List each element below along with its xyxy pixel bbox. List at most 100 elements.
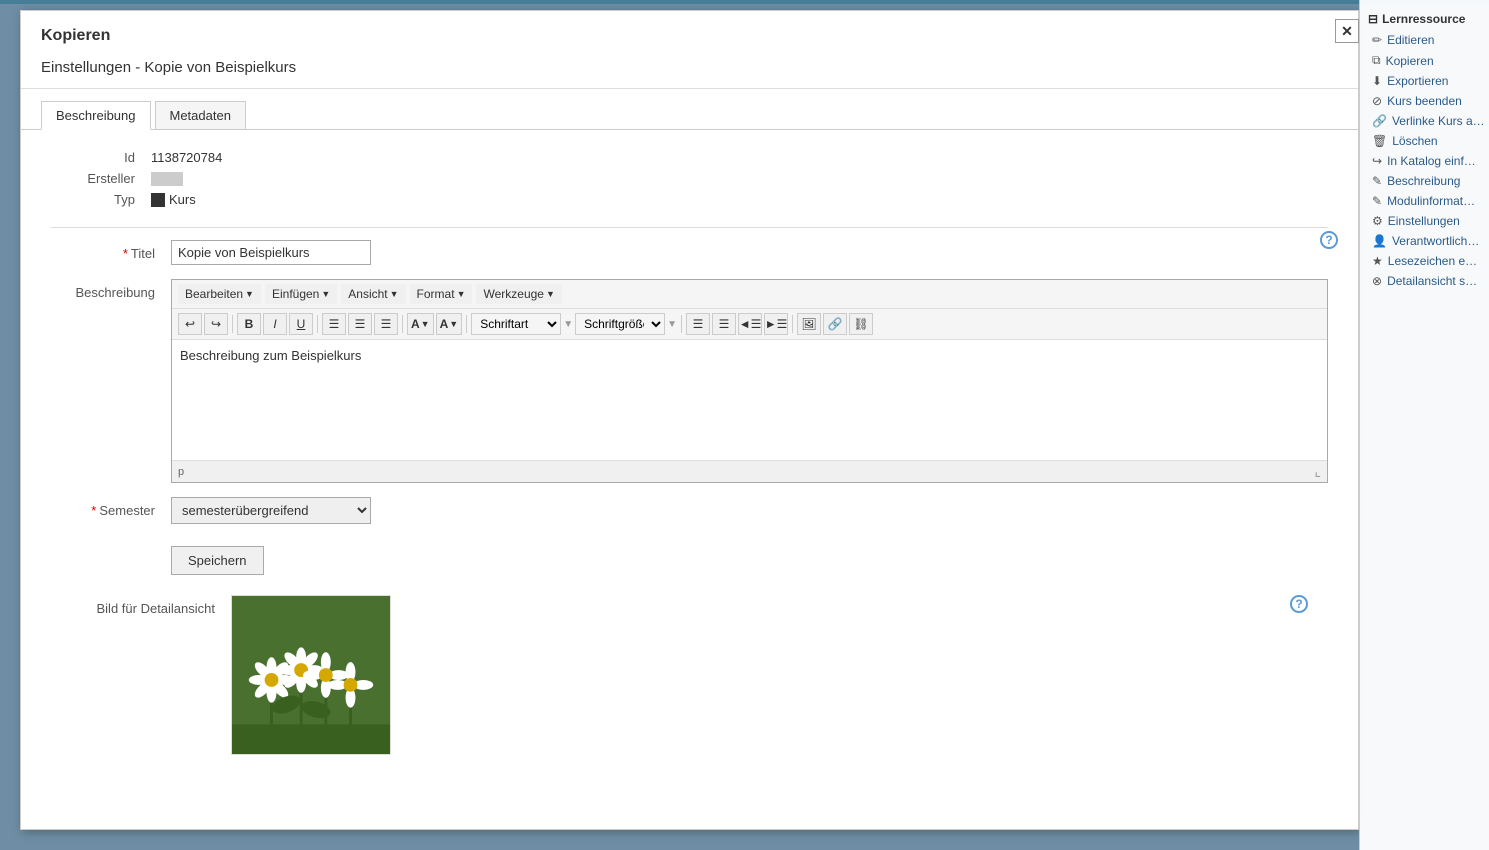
sidebar-label-verlinke: Verlinke Kurs a… [1392, 114, 1485, 128]
info-section: Id 1138720784 Ersteller Typ Kurs [51, 150, 1328, 207]
image-preview [231, 595, 391, 755]
sidebar-item-editieren[interactable]: ✏ Editieren [1360, 30, 1489, 50]
typ-row: Typ Kurs [51, 192, 1328, 207]
num-list-button[interactable]: ☰ [712, 313, 736, 335]
sidebar-label-exportieren: Exportieren [1387, 74, 1448, 88]
sidebar-item-beschreibung-menu[interactable]: ✎ Beschreibung [1360, 171, 1489, 191]
sidebar-item-in-katalog[interactable]: ↪ In Katalog einf… [1360, 151, 1489, 171]
beschreibung-label: Beschreibung [51, 279, 171, 300]
modal-dialog: ✕ Kopieren Einstellungen - Kopie von Bei… [20, 10, 1359, 830]
id-value: 1138720784 [151, 150, 222, 165]
title-input[interactable] [171, 240, 371, 265]
typ-value: Kurs [169, 192, 196, 207]
editor-toolbar: ↩ ↪ B I U ☰ ☰ ☰ A ▼ [172, 309, 1327, 340]
indent-more-button[interactable]: ►☰ [764, 313, 788, 335]
italic-button[interactable]: I [263, 313, 287, 335]
menu-werkzeuge[interactable]: Werkzeuge ▼ [476, 284, 561, 304]
title-row: Titel [51, 240, 1328, 265]
image-button[interactable]: 🖼 [797, 313, 821, 335]
sidebar-label-kopieren: Kopieren [1386, 54, 1434, 68]
right-sidebar: ⊟ Lernressource ✏ Editieren ⧉ Kopieren ⬇… [1359, 0, 1489, 850]
sidebar-item-modulinformat[interactable]: ✎ Modulinformat… [1360, 191, 1489, 211]
editor-body[interactable]: Beschreibung zum Beispielkurs [172, 340, 1327, 460]
format-chevron: ▼ [457, 289, 466, 299]
bearbeiten-chevron: ▼ [245, 289, 254, 299]
einfuegen-chevron: ▼ [321, 289, 330, 299]
sidebar-item-kopieren[interactable]: ⧉ Kopieren [1360, 50, 1489, 71]
save-row: Speichern [51, 538, 1328, 575]
bold-button[interactable]: B [237, 313, 261, 335]
sidebar-label-in-katalog: In Katalog einf… [1387, 154, 1476, 168]
redo-button[interactable]: ↪ [204, 313, 228, 335]
sidebar-item-detailansicht[interactable]: ⊗ Detailansicht s… [1360, 271, 1489, 291]
id-row: Id 1138720784 [51, 150, 1328, 165]
bild-field [231, 595, 1328, 755]
menu-einfuegen[interactable]: Einfügen ▼ [265, 284, 337, 304]
editieren-icon: ✏ [1372, 33, 1382, 47]
in-katalog-icon: ↪ [1372, 154, 1382, 168]
separator-4 [466, 315, 467, 333]
menu-format[interactable]: Format ▼ [410, 284, 473, 304]
unlink-button[interactable]: ⛓ [849, 313, 873, 335]
indent-less-button[interactable]: ◄☰ [738, 313, 762, 335]
modulinformat-icon: ✎ [1372, 194, 1382, 208]
bg-color-chevron: ▼ [449, 319, 458, 329]
align-center-button[interactable]: ☰ [348, 313, 372, 335]
font-family-select[interactable]: Schriftart [471, 313, 561, 335]
underline-button[interactable]: U [289, 313, 313, 335]
kopieren-icon: ⧉ [1372, 53, 1381, 68]
exportieren-icon: ⬇ [1372, 74, 1382, 88]
type-icon [151, 193, 165, 207]
undo-button[interactable]: ↩ [178, 313, 202, 335]
sidebar-item-verantwortliche[interactable]: 👤 Verantwortlich… [1360, 231, 1489, 251]
modal-subtitle: Einstellungen - Kopie von Beispielkurs [21, 55, 1358, 89]
sidebar-item-kurs-beenden[interactable]: ⊘ Kurs beenden [1360, 91, 1489, 111]
align-right-button[interactable]: ☰ [374, 313, 398, 335]
resize-handle[interactable]: ⌞ [1314, 463, 1321, 480]
sidebar-label-modulinformat: Modulinformat… [1387, 194, 1475, 208]
sidebar-label-beschreibung-menu: Beschreibung [1387, 174, 1460, 188]
info-help-icon-container: ? [1320, 231, 1338, 249]
kurs-beenden-icon: ⊘ [1372, 94, 1382, 108]
sidebar-item-einstellungen[interactable]: ⚙ Einstellungen [1360, 211, 1489, 231]
bullet-list-button[interactable]: ☰ [686, 313, 710, 335]
sidebar-label-detailansicht: Detailansicht s… [1387, 274, 1477, 288]
editor-tag: p [178, 466, 184, 478]
sidebar-item-loeschen[interactable]: 🗑 Löschen [1360, 131, 1489, 151]
bg-color-button[interactable]: A ▼ [436, 313, 463, 335]
tab-metadaten[interactable]: Metadaten [155, 101, 246, 129]
close-button[interactable]: ✕ [1335, 19, 1359, 43]
semester-row: Semester semesterübergreifend [51, 497, 1328, 524]
sidebar-label-editieren: Editieren [1387, 33, 1434, 47]
verlinke-icon: 🔗 [1372, 114, 1387, 128]
editor-footer: p ⌞ [172, 460, 1327, 482]
sidebar-item-lesezeichen[interactable]: ★ Lesezeichen e… [1360, 251, 1489, 271]
align-left-button[interactable]: ☰ [322, 313, 346, 335]
separator-1 [232, 315, 233, 333]
form-content: Id 1138720784 Ersteller Typ Kurs Titel B… [21, 130, 1358, 789]
tab-beschreibung[interactable]: Beschreibung [41, 101, 151, 130]
semester-field: semesterübergreifend [171, 497, 1328, 524]
font-family-chevron: ▼ [563, 319, 573, 330]
flower-image [232, 595, 390, 755]
bild-help-icon[interactable]: ? [1290, 595, 1308, 613]
rich-editor-container: Bearbeiten ▼ Einfügen ▼ Ansicht ▼ Form [171, 279, 1328, 483]
detailansicht-icon: ⊗ [1372, 274, 1382, 288]
lesezeichen-icon: ★ [1372, 254, 1383, 268]
beschreibung-menu-icon: ✎ [1372, 174, 1382, 188]
save-button[interactable]: Speichern [171, 546, 264, 575]
sidebar-item-exportieren[interactable]: ⬇ Exportieren [1360, 71, 1489, 91]
save-field: Speichern [171, 538, 1328, 575]
semester-select[interactable]: semesterübergreifend [171, 497, 371, 524]
link-button[interactable]: 🔗 [823, 313, 847, 335]
font-color-button[interactable]: A ▼ [407, 313, 434, 335]
menu-bearbeiten[interactable]: Bearbeiten ▼ [178, 284, 261, 304]
menu-ansicht[interactable]: Ansicht ▼ [341, 284, 405, 304]
ansicht-chevron: ▼ [390, 289, 399, 299]
font-size-select[interactable]: Schriftgröße [575, 313, 665, 335]
sidebar-item-verlinke[interactable]: 🔗 Verlinke Kurs a… [1360, 111, 1489, 131]
sidebar-label-lesezeichen: Lesezeichen e… [1388, 254, 1477, 268]
info-help-icon[interactable]: ? [1320, 231, 1338, 249]
separator-6 [792, 315, 793, 333]
title-field [171, 240, 1328, 265]
